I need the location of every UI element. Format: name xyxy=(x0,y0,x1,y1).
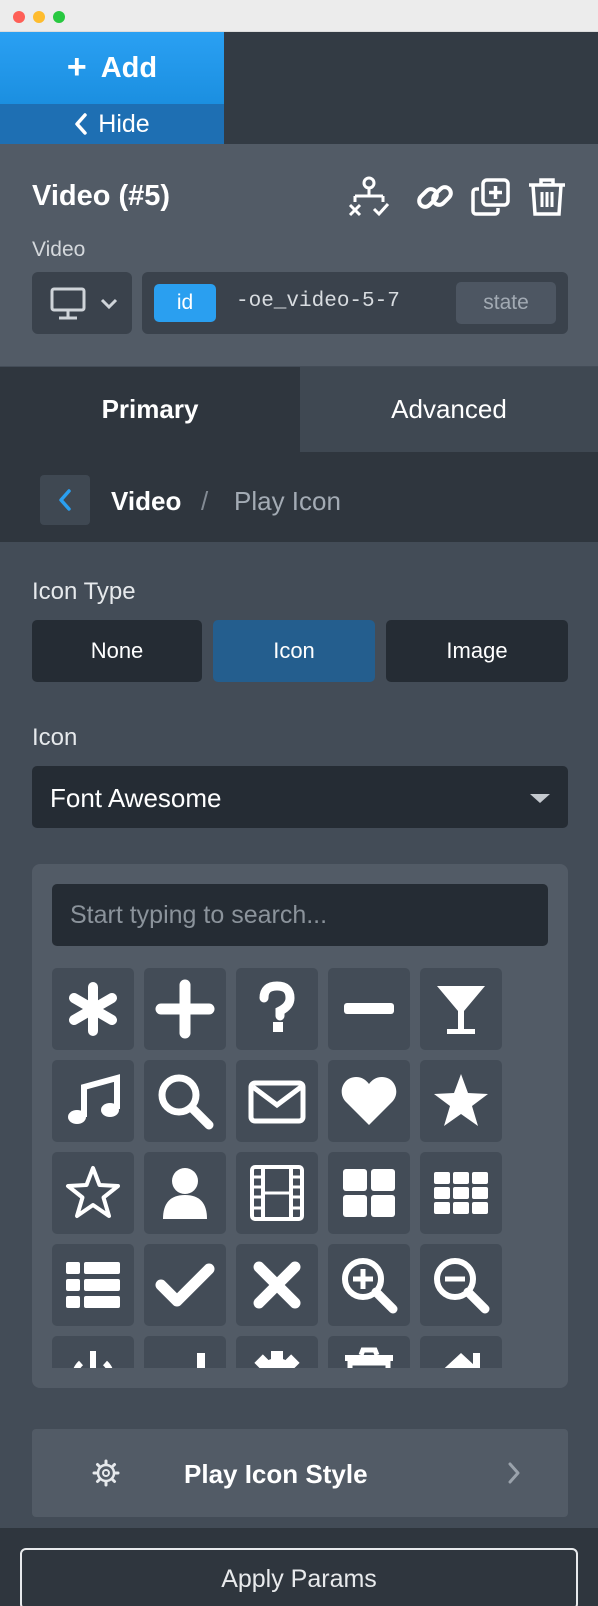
device-selector[interactable] xyxy=(32,272,132,334)
tab-primary[interactable]: Primary xyxy=(0,367,300,452)
music-icon[interactable] xyxy=(52,1060,134,1142)
top-toolbar: + Add Hide xyxy=(0,32,598,144)
gear-icon xyxy=(92,1459,120,1487)
search-icon[interactable] xyxy=(144,1060,226,1142)
icon-grid xyxy=(52,968,548,1368)
icon-type-label: Icon Type xyxy=(32,578,136,605)
icon-type-image[interactable]: Image xyxy=(386,620,568,682)
chevron-down-icon xyxy=(100,298,118,310)
heart-icon[interactable] xyxy=(328,1060,410,1142)
element-header: Video (#5) Video id -oe_video-5-7 state xyxy=(0,144,598,366)
trash-outline-icon[interactable] xyxy=(328,1336,410,1368)
chevron-left-icon xyxy=(75,113,88,135)
hide-button[interactable]: Hide xyxy=(0,104,224,144)
window-titlebar xyxy=(0,0,598,32)
element-title: Video (#5) xyxy=(32,180,171,212)
play-icon-style-section[interactable]: Play Icon Style xyxy=(32,1429,568,1517)
zoom-out-icon[interactable] xyxy=(420,1244,502,1326)
chevron-right-icon xyxy=(508,1462,520,1484)
desktop-icon xyxy=(50,287,86,320)
maximize-window-button[interactable] xyxy=(53,11,65,23)
icon-label: Icon xyxy=(32,724,78,751)
chevron-left-icon xyxy=(59,489,71,511)
panel-tabs: Primary Advanced xyxy=(0,367,598,452)
grid-large-icon[interactable] xyxy=(328,1152,410,1234)
home-icon[interactable] xyxy=(420,1336,502,1368)
check-icon[interactable] xyxy=(144,1244,226,1326)
icon-search-input[interactable] xyxy=(52,884,548,946)
breadcrumb-parent[interactable]: Video xyxy=(111,486,181,517)
play-icon-style-label: Play Icon Style xyxy=(184,1459,368,1489)
icon-type-none[interactable]: None xyxy=(32,620,202,682)
icon-library-select[interactable]: Font Awesome xyxy=(32,766,568,828)
trash-icon[interactable] xyxy=(526,176,568,218)
icon-picker xyxy=(32,864,568,1388)
times-icon[interactable] xyxy=(236,1244,318,1326)
minus-icon[interactable] xyxy=(328,968,410,1050)
icon-type-icon[interactable]: Icon xyxy=(213,620,375,682)
state-button[interactable]: state xyxy=(456,282,556,324)
link-icon[interactable] xyxy=(414,176,456,218)
list-icon[interactable] xyxy=(52,1244,134,1326)
plus-icon[interactable] xyxy=(144,968,226,1050)
back-button[interactable] xyxy=(40,475,90,525)
star-outline-icon[interactable] xyxy=(52,1152,134,1234)
icon-library-value: Font Awesome xyxy=(50,783,222,813)
question-icon[interactable] xyxy=(236,968,318,1050)
breadcrumb-current: Play Icon xyxy=(234,486,341,516)
structure-icon[interactable] xyxy=(348,176,390,218)
builder-panel: + Add Hide Video (#5) Video id -oe_video… xyxy=(0,32,598,1606)
caret-down-icon xyxy=(530,794,550,803)
apply-params-button[interactable]: Apply Params xyxy=(20,1548,578,1606)
breadcrumb: Video / Play Icon xyxy=(0,452,598,542)
plus-icon: + xyxy=(66,47,87,86)
user-icon[interactable] xyxy=(144,1152,226,1234)
add-button-label: Add xyxy=(100,51,158,84)
selector-field: id -oe_video-5-7 state xyxy=(142,272,568,334)
id-badge[interactable]: id xyxy=(154,284,216,322)
duplicate-icon[interactable] xyxy=(470,176,512,218)
footer: Apply Params xyxy=(0,1528,598,1606)
add-button[interactable]: + Add xyxy=(0,32,224,104)
minimize-window-button[interactable] xyxy=(33,11,45,23)
power-off-icon[interactable] xyxy=(52,1336,134,1368)
close-window-button[interactable] xyxy=(13,11,25,23)
element-type: Video xyxy=(32,238,86,261)
zoom-in-icon[interactable] xyxy=(328,1244,410,1326)
selector-id-value[interactable]: -oe_video-5-7 xyxy=(236,290,400,313)
hide-button-label: Hide xyxy=(98,109,150,138)
signal-icon[interactable] xyxy=(144,1336,226,1368)
star-icon[interactable] xyxy=(420,1060,502,1142)
glass-icon[interactable] xyxy=(420,968,502,1050)
cog-icon[interactable] xyxy=(236,1336,318,1368)
asterisk-icon[interactable] xyxy=(52,968,134,1050)
envelope-icon[interactable] xyxy=(236,1060,318,1142)
film-icon[interactable] xyxy=(236,1152,318,1234)
breadcrumb-separator: / xyxy=(201,486,209,516)
grid-icon[interactable] xyxy=(420,1152,502,1234)
tab-advanced[interactable]: Advanced xyxy=(300,367,598,452)
